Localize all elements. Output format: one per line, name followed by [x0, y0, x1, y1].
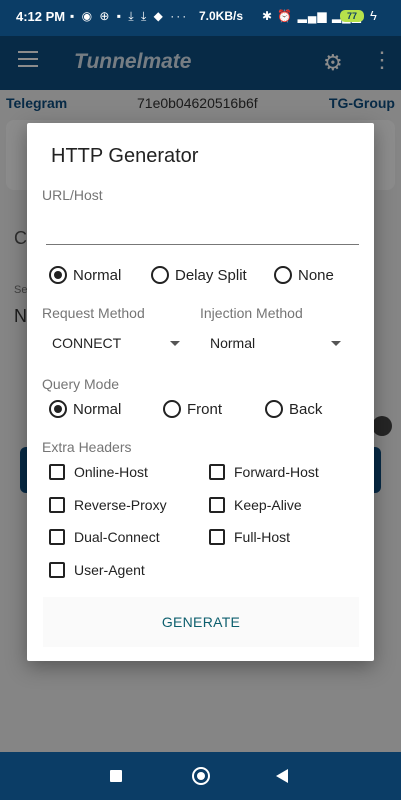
system-nav-bar	[0, 752, 401, 800]
notification-icons: ▪ ◉ ⊕ ▪ ⤓ ⤓ ◆ ···	[70, 9, 189, 23]
checkbox-icon	[209, 464, 225, 480]
checkbox-label: Reverse-Proxy	[74, 497, 167, 513]
request-method-value: CONNECT	[52, 335, 122, 351]
checkbox-label: User-Agent	[74, 562, 145, 578]
radio-label: Back	[289, 400, 323, 418]
keep-alive-checkbox[interactable]: Keep-Alive	[209, 497, 302, 513]
checkbox-icon	[49, 562, 65, 578]
user-agent-checkbox[interactable]: User-Agent	[49, 562, 145, 578]
forward-host-checkbox[interactable]: Forward-Host	[209, 464, 319, 480]
injection-method-select[interactable]: Normal	[210, 335, 344, 355]
request-method-select[interactable]: CONNECT	[52, 335, 182, 355]
home-icon[interactable]	[192, 767, 210, 785]
dual-connect-checkbox[interactable]: Dual-Connect	[49, 529, 160, 545]
full-host-checkbox[interactable]: Full-Host	[209, 529, 290, 545]
query-back-radio[interactable]: Back	[265, 400, 322, 418]
radio-unselected-icon	[163, 400, 181, 418]
checkbox-icon	[49, 529, 65, 545]
query-normal-radio[interactable]: Normal	[49, 400, 121, 418]
online-host-checkbox[interactable]: Online-Host	[49, 464, 148, 480]
network-speed: 7.0KB/s	[199, 9, 244, 23]
query-mode-label: Query Mode	[42, 376, 120, 392]
split-none-radio[interactable]: None	[274, 266, 334, 284]
radio-unselected-icon	[151, 266, 169, 284]
status-time: 4:12 PM	[16, 9, 66, 24]
checkbox-label: Forward-Host	[234, 464, 319, 480]
checkbox-icon	[209, 529, 225, 545]
radio-label: Normal	[73, 266, 122, 284]
radio-selected-icon	[49, 400, 67, 418]
checkbox-icon	[209, 497, 225, 513]
checkbox-label: Full-Host	[234, 529, 291, 545]
radio-label: Front	[187, 400, 223, 418]
dropdown-arrow-icon	[331, 341, 341, 346]
battery-icon: 77	[340, 10, 364, 22]
checkbox-icon	[49, 464, 65, 480]
url-host-input[interactable]	[46, 218, 359, 245]
checkbox-label: Keep-Alive	[234, 497, 302, 513]
checkbox-label: Online-Host	[74, 464, 148, 480]
radio-unselected-icon	[265, 400, 283, 418]
radio-unselected-icon	[274, 266, 292, 284]
more-notifications-icon: ···	[170, 9, 189, 23]
injection-method-value: Normal	[210, 335, 256, 351]
split-normal-radio[interactable]: Normal	[49, 266, 121, 284]
generate-button[interactable]: GENERATE	[43, 597, 359, 647]
radio-label: Normal	[73, 400, 122, 418]
charging-icon: ϟ	[370, 8, 377, 23]
url-host-label: URL/Host	[42, 187, 103, 203]
request-method-label: Request Method	[42, 305, 145, 321]
reverse-proxy-checkbox[interactable]: Reverse-Proxy	[49, 497, 167, 513]
status-bar: 4:12 PM ▪ ◉ ⊕ ▪ ⤓ ⤓ ◆ ··· 7.0KB/s ✱ ⏰ ▂▄…	[0, 0, 401, 36]
injection-method-label: Injection Method	[200, 305, 303, 321]
extra-headers-label: Extra Headers	[42, 439, 132, 455]
dialog-title: HTTP Generator	[51, 145, 199, 167]
recents-icon[interactable]	[110, 770, 122, 782]
radio-selected-icon	[49, 266, 67, 284]
checkbox-label: Dual-Connect	[74, 529, 160, 545]
query-front-radio[interactable]: Front	[163, 400, 222, 418]
back-icon[interactable]	[276, 769, 288, 783]
checkbox-icon	[49, 497, 65, 513]
dropdown-arrow-icon	[170, 341, 180, 346]
split-delay-radio[interactable]: Delay Split	[151, 266, 247, 284]
http-generator-dialog: HTTP Generator URL/Host Normal Delay Spl…	[27, 123, 374, 661]
radio-label: None	[298, 266, 334, 284]
radio-label: Delay Split	[175, 266, 247, 284]
